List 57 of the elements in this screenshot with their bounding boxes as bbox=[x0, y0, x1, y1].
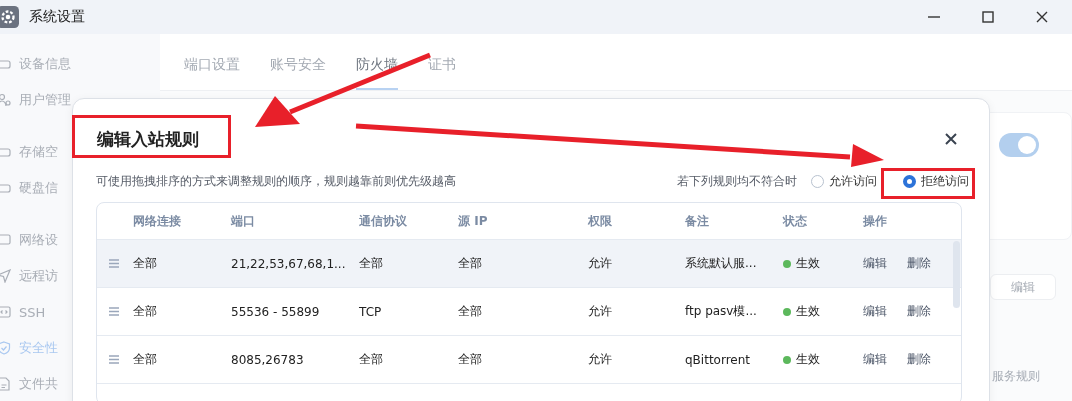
table-cell-text: 全部 bbox=[458, 255, 483, 272]
table-cell-text: 全部 bbox=[458, 351, 483, 368]
status-text: 生效 bbox=[796, 303, 820, 320]
delete-link[interactable]: 删除 bbox=[907, 303, 931, 320]
table-cell-text: 全部 bbox=[458, 303, 483, 320]
column-header: 端口 bbox=[231, 212, 256, 230]
column-header: 通信协议 bbox=[359, 212, 408, 230]
sidebar-item[interactable]: 硬盘信 bbox=[0, 170, 72, 206]
status-text: 生效 bbox=[796, 255, 820, 272]
table-cell-text: qBittorrent bbox=[685, 352, 752, 367]
table-cell-text: 允许 bbox=[588, 255, 613, 272]
sidebar-item[interactable]: 文件共 bbox=[0, 366, 72, 401]
tab[interactable]: 端口设置 bbox=[184, 54, 240, 90]
sidebar-item[interactable]: SSH bbox=[0, 294, 72, 330]
table-row[interactable]: 全部 21,22,53,67,68,1... 全部 全部 允许 系统默认服... 生效 编辑 删除 bbox=[97, 240, 961, 288]
column-header: 备注 bbox=[685, 212, 710, 230]
delete-link[interactable]: 删除 bbox=[907, 351, 931, 368]
table-cell-text: 全部 bbox=[132, 351, 158, 368]
table-cell-text: 允许 bbox=[588, 351, 613, 368]
tab[interactable]: 账号安全 bbox=[270, 54, 326, 90]
table-cell-text: ftp pasv模... bbox=[685, 303, 758, 320]
default-label: 若下列规则均不符合时 bbox=[677, 173, 797, 190]
table-cell-text: 21,22,53,67,68,1... bbox=[231, 256, 347, 271]
edit-button[interactable]: 编辑 bbox=[990, 274, 1056, 300]
table-cell-text: 全部 bbox=[359, 255, 384, 272]
sidebar-item[interactable]: 设备信息 bbox=[0, 46, 72, 82]
status-text: 生效 bbox=[796, 351, 820, 368]
edit-link[interactable]: 编辑 bbox=[863, 351, 887, 368]
table-cell-text: 系统默认服... bbox=[685, 255, 758, 272]
edit-link[interactable]: 编辑 bbox=[863, 303, 887, 320]
column-header: 操作 bbox=[863, 212, 888, 230]
dialog-title: 编辑入站规则 bbox=[97, 127, 199, 151]
table-cell-text: 55536 - 55899 bbox=[231, 304, 321, 319]
table-cell-text: 全部 bbox=[359, 351, 384, 368]
window-title: 系统设置 bbox=[29, 8, 85, 26]
column-header: 权限 bbox=[588, 212, 613, 230]
table-cell-text: 8085,26783 bbox=[231, 352, 305, 367]
edit-link[interactable]: 编辑 bbox=[863, 255, 887, 272]
sidebar-item[interactable]: 安全性 bbox=[0, 330, 72, 366]
table-cell-text: 允许 bbox=[588, 303, 613, 320]
sidebar-item[interactable]: 用户管理 bbox=[0, 82, 72, 118]
rule-label: 服务规则 bbox=[992, 368, 1040, 385]
column-header: 源 IP bbox=[458, 212, 489, 230]
tab[interactable]: 证书 bbox=[428, 54, 456, 90]
radio-option[interactable]: 拒绝访问 bbox=[903, 173, 969, 190]
description-text: 可使用拖拽排序的方式来调整规则的顺序，规则越靠前则优先级越高 bbox=[96, 173, 456, 190]
table-cell-text: 全部 bbox=[132, 255, 158, 272]
column-header: 状态 bbox=[783, 212, 808, 230]
sidebar-item[interactable]: 网络设 bbox=[0, 222, 72, 258]
column-header: 网络连接 bbox=[132, 212, 182, 230]
radio-option[interactable]: 允许访问 bbox=[811, 173, 877, 190]
table-cell-text: TCP bbox=[359, 304, 383, 319]
sidebar-item[interactable]: 远程访 bbox=[0, 258, 72, 294]
delete-link[interactable]: 删除 bbox=[907, 255, 931, 272]
table-cell-text: 全部 bbox=[132, 303, 158, 320]
sidebar-item[interactable]: 存储空 bbox=[0, 134, 72, 170]
table-row[interactable]: 全部 8085,26783 全部 全部 允许 qBittorrent 生效 编辑 删除 bbox=[97, 336, 961, 384]
